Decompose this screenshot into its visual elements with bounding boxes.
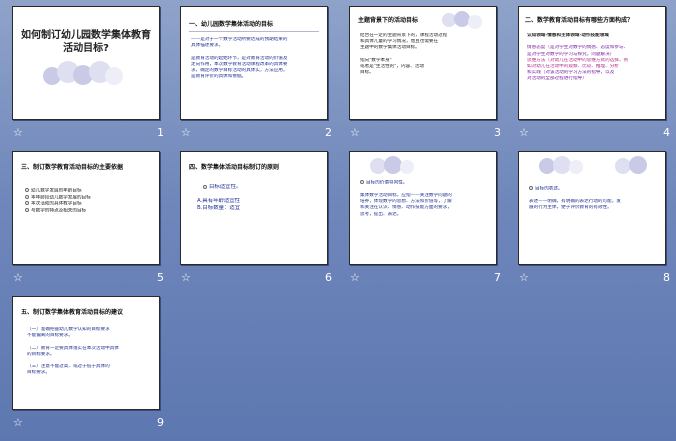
- animation-star-icon: ☆: [181, 271, 191, 284]
- slide-2-body: ——是对于一个数学活动所要达成的预期结果的 具体描述要求。 是教育活动的起始环节…: [191, 37, 321, 80]
- body-line: 目标要求。: [27, 370, 50, 376]
- slide-number: 4: [663, 126, 670, 139]
- body-line: 目标适宜性。: [209, 184, 242, 190]
- slide-number: 2: [325, 126, 332, 139]
- animation-star-icon: ☆: [519, 126, 529, 139]
- slide-number: 3: [494, 126, 501, 139]
- slide-7-canvas: 目标的价值导向性。 集体数学活动目标，应指——关注数学问题的 培养，体现数学的思…: [349, 151, 497, 265]
- decor-circle: [468, 15, 482, 29]
- bullet-icon: [203, 184, 207, 189]
- slide-3-body: 结合在一定的主题背景下的，课程活动过程 和具体儿童的学习情况，而且也需要在 主题…: [360, 33, 490, 76]
- decor-circle: [629, 156, 647, 174]
- slide-2-canvas: 一、幼儿园数学集体活动的目标 ——是对于一个数学活动所要达成的预期结果的 具体描…: [180, 6, 328, 120]
- bullet-icon: [360, 180, 364, 184]
- slide-thumbnail-8[interactable]: 目标的表述。 表述——明确，有明确的表达行动的可能，发 展的行为主体，便于评价教…: [518, 151, 676, 284]
- slide-6-title: 四、数学集体活动目标制订的原则: [189, 164, 280, 171]
- slide-number: 9: [157, 416, 164, 429]
- slide-1-title: 如何制订幼儿园数学集体教育活动目标?: [21, 30, 151, 54]
- body-line: 与数学的特点及相关的目标: [31, 208, 87, 214]
- slide-5-canvas: 三、制订数学教育活动目标的主要依据 幼儿数学发展的年龄目标 本年龄段幼儿数学发展…: [12, 151, 160, 265]
- animation-star-icon: ☆: [13, 271, 23, 284]
- slide-1-canvas: 如何制订幼儿园数学集体教育活动目标?: [12, 6, 160, 120]
- animation-star-icon: ☆: [13, 416, 23, 429]
- bullet-icon: [25, 201, 29, 206]
- body-line: [203, 191, 313, 198]
- slide-9-canvas: 五、制订数学集体教育活动目标的建议 （一）准确把握幼儿数学认知的目标要求 不能偏…: [12, 296, 160, 410]
- slide-number: 8: [663, 271, 670, 284]
- body-line: 目标。: [360, 70, 374, 76]
- slide-4-title: 二、数学教育活动目标有哪些方面构成？: [525, 17, 634, 24]
- body-line: 本次活动的具体教学目标: [31, 201, 82, 207]
- decor-circle: [569, 160, 583, 174]
- slide-number: 1: [157, 126, 164, 139]
- bullet-icon: [25, 188, 29, 192]
- decor-circle: [105, 67, 123, 85]
- slide-9-body: （一）准确把握幼儿数学认知的目标要求 不能偏离的目标要求。 （二）教育一定要具体…: [27, 327, 155, 377]
- slide-number: 6: [325, 271, 332, 284]
- slide-thumbnail-7[interactable]: 目标的价值导向性。 集体数学活动目标，应指——关注数学问题的 培养，体现数学的思…: [349, 151, 507, 284]
- slide-6-canvas: 四、数学集体活动目标制订的原则 目标适宜性。 A.具有年龄适宜性 B.目标数量：…: [180, 151, 328, 265]
- body-line: 是教育评价的具体和依据。: [191, 74, 247, 80]
- slide-9-title: 五、制订数学集体教育活动目标的建议: [21, 309, 124, 316]
- slide-sorter-view: { "slides": [ {"number":"1","title":"如何制…: [0, 0, 676, 441]
- slide-number: 5: [157, 271, 164, 284]
- body-line: 思考，提出、表达。: [360, 211, 402, 217]
- body-line: A.具有年龄适宜性: [197, 198, 241, 204]
- slide-thumbnail-3[interactable]: 主题背景下的活动目标 结合在一定的主题背景下的，课程活动过程 和具体儿童的学习情…: [349, 6, 507, 139]
- slide-8-body: 目标的表述。 表述——明确，有明确的表达行动的可能，发 展的行为主体，便于评价教…: [529, 186, 659, 211]
- bullet-icon: [25, 208, 29, 213]
- body-line: 目标的表述。: [535, 186, 563, 192]
- slide-3-canvas: 主题背景下的活动目标 结合在一定的主题背景下的，课程活动过程 和具体儿童的学习情…: [349, 6, 497, 120]
- slide-3-title: 主题背景下的活动目标: [358, 17, 419, 24]
- body-line: 展的行为主体，便于评价教育的有效性。: [529, 205, 612, 211]
- body-line: 目标的价值导向性。: [366, 180, 408, 186]
- animation-star-icon: ☆: [519, 271, 529, 284]
- slide-6-body: 目标适宜性。 A.具有年龄适宜性 B.目标数量：适宜: [197, 184, 313, 212]
- slide-5-body: 幼儿数学发展的年龄目标 本年龄段幼儿数学发展的目标 本次活动的具体教学目标 与数…: [25, 188, 155, 215]
- body-line: 对活动的全部过程进行指导）: [527, 76, 587, 82]
- slide-thumbnail-1[interactable]: 如何制订幼儿园数学集体教育活动目标? ☆ 1: [12, 6, 170, 139]
- slide-thumbnail-4[interactable]: 二、数学教育活动目标有哪些方面构成？ 认知领域-情感和主体领域-动作技能领域 情…: [518, 6, 676, 139]
- bullet-icon: [529, 186, 533, 190]
- slide-thumbnail-5[interactable]: 三、制订数学教育活动目标的主要依据 幼儿数学发展的年龄目标 本年龄段幼儿数学发展…: [12, 151, 170, 284]
- slide-7-body: 目标的价值导向性。 集体数学活动目标，应指——关注数学问题的 培养，体现数学的思…: [360, 180, 490, 218]
- slide-4-canvas: 二、数学教育活动目标有哪些方面构成？ 认知领域-情感和主体领域-动作技能领域 情…: [518, 6, 666, 120]
- body-line: 幼儿数学发展的年龄目标: [31, 188, 82, 194]
- animation-star-icon: ☆: [13, 126, 23, 139]
- body-line: B.目标数量：适宜: [197, 205, 241, 211]
- slide-number: 7: [494, 271, 501, 284]
- animation-star-icon: ☆: [181, 126, 191, 139]
- slide-2-title: 一、幼儿园数学集体活动的目标: [189, 21, 274, 28]
- slide-thumbnail-2[interactable]: 一、幼儿园数学集体活动的目标 ——是对于一个数学活动所要达成的预期结果的 具体描…: [180, 6, 338, 139]
- divider: [189, 31, 319, 32]
- slide-8-canvas: 目标的表述。 表述——明确，有明确的表达行动的可能，发 展的行为主体，便于评价教…: [518, 151, 666, 265]
- slide-thumbnail-9[interactable]: 五、制订数学集体教育活动目标的建议 （一）准确把握幼儿数学认知的目标要求 不能偏…: [12, 296, 170, 429]
- animation-star-icon: ☆: [350, 126, 360, 139]
- bullet-icon: [25, 194, 29, 199]
- decor-circle: [400, 160, 414, 174]
- body-line: 本年龄段幼儿数学发展的目标: [31, 195, 91, 201]
- animation-star-icon: ☆: [350, 271, 360, 284]
- slide-4-body: 认知领域-情感和主体领域-动作技能领域 情感态度（是对学生对数学的情感、态度和参…: [527, 33, 661, 83]
- slide-thumbnail-6[interactable]: 四、数学集体活动目标制订的原则 目标适宜性。 A.具有年龄适宜性 B.目标数量：…: [180, 151, 338, 284]
- slide-5-title: 三、制订数学教育活动目标的主要依据: [21, 164, 124, 171]
